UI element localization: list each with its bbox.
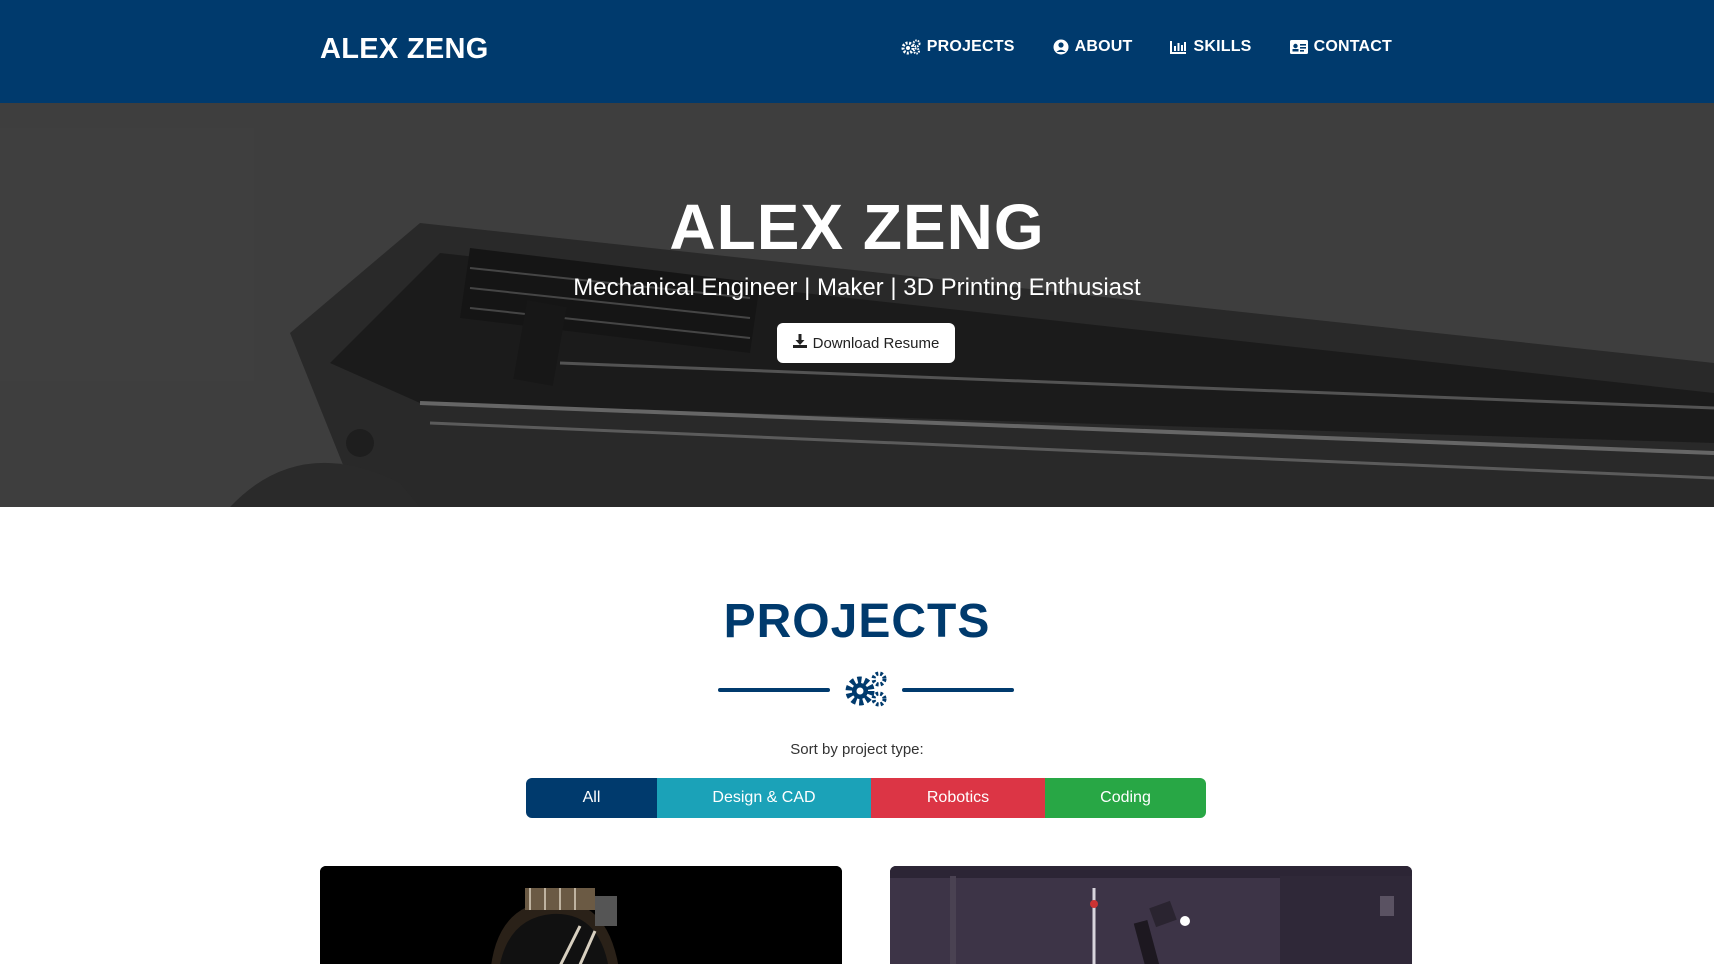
filter-coding-button[interactable]: Coding xyxy=(1045,778,1206,818)
divider-line-right xyxy=(902,688,1014,692)
nav-link-label: CONTACT xyxy=(1313,38,1392,55)
user-circle-icon xyxy=(1053,39,1069,55)
sort-label: Sort by project type: xyxy=(790,741,924,758)
hero-overlay xyxy=(0,103,1714,507)
filter-robotics-button[interactable]: Robotics xyxy=(871,778,1045,818)
gears-icon xyxy=(844,670,888,713)
section-divider xyxy=(718,670,1014,710)
nav-link-about[interactable]: ABOUT xyxy=(1053,38,1133,56)
hero-title: ALEX ZENG xyxy=(669,191,1045,263)
projects-section-title: PROJECTS xyxy=(723,595,991,648)
nav-link-label: ABOUT xyxy=(1074,38,1133,55)
bar-chart-icon xyxy=(1170,40,1187,54)
download-resume-button[interactable]: Download Resume xyxy=(777,323,955,363)
hero-banner: ALEX ZENG Mechanical Engineer | Maker | … xyxy=(0,103,1714,507)
nav-link-contact[interactable]: CONTACT xyxy=(1289,38,1392,56)
project-filter-group: All Design & CAD Robotics Coding xyxy=(526,778,1206,818)
hero-subtitle: Mechanical Engineer | Maker | 3D Printin… xyxy=(573,274,1141,301)
gears-icon xyxy=(901,39,921,55)
nav-link-projects[interactable]: PROJECTS xyxy=(901,38,1015,56)
filter-design-cad-button[interactable]: Design & CAD xyxy=(657,778,871,818)
project-card[interactable] xyxy=(890,866,1412,964)
nav-links: PROJECTS ABOUT SKILLS CONTACT xyxy=(901,38,1392,56)
top-navbar: ALEX ZENG PROJECTS ABOUT SKILLS CONTACT xyxy=(0,0,1714,103)
project-card-image xyxy=(320,866,842,964)
nav-link-label: SKILLS xyxy=(1193,38,1252,55)
brand-logo-text[interactable]: ALEX ZENG xyxy=(320,33,489,66)
project-card-image xyxy=(890,866,1412,964)
project-card[interactable] xyxy=(320,866,842,964)
download-icon xyxy=(792,334,807,352)
nav-link-label: PROJECTS xyxy=(926,38,1015,55)
divider-line-left xyxy=(718,688,830,692)
id-card-icon xyxy=(1289,40,1308,54)
nav-link-skills[interactable]: SKILLS xyxy=(1170,38,1251,56)
download-resume-label: Download Resume xyxy=(812,334,940,352)
filter-all-button[interactable]: All xyxy=(526,778,657,818)
